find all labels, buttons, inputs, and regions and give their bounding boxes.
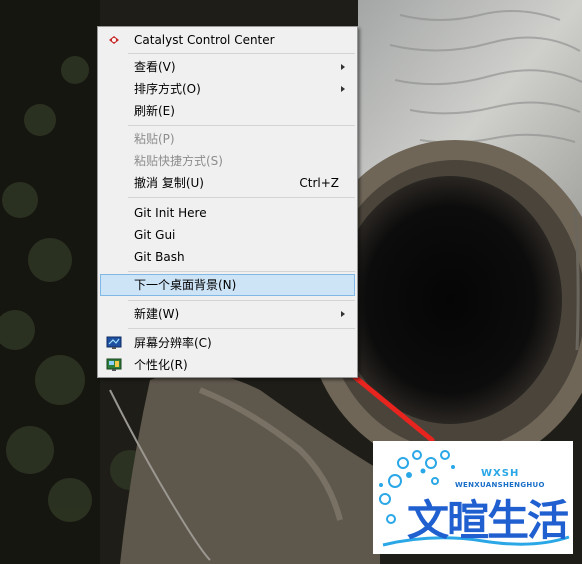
menu-item-label: Git Gui [134,228,176,242]
menu-item-label: Git Init Here [134,206,207,220]
menu-item-label: 个性化(R) [134,358,188,372]
menu-item-refresh[interactable]: 刷新(E) [100,100,355,122]
menu-item-label: 撤消 复制(U) [134,176,204,190]
menu-separator [128,328,355,329]
menu-item-label: 刷新(E) [134,104,175,118]
menu-item-paste: 粘贴(P) [100,128,355,150]
menu-separator [128,300,355,301]
submenu-arrow-icon [341,311,345,317]
menu-item-git-init-here[interactable]: Git Init Here [100,202,355,224]
menu-item-label: 排序方式(O) [134,82,201,96]
personalize-icon [106,357,122,373]
menu-separator [128,53,355,54]
menu-item-undo-copy[interactable]: 撤消 复制(U) Ctrl+Z [100,172,355,194]
menu-item-view[interactable]: 查看(V) [100,56,355,78]
menu-item-label: 查看(V) [134,60,176,74]
menu-item-catalyst-control-center[interactable]: Catalyst Control Center [100,29,355,51]
watermark-title: 文暄生活 [407,496,569,545]
menu-item-label: 粘贴快捷方式(S) [134,154,223,168]
menu-item-git-gui[interactable]: Git Gui [100,224,355,246]
desktop-context-menu: Catalyst Control Center 查看(V) 排序方式(O) 刷新… [97,26,358,378]
menu-separator [128,271,355,272]
menu-item-new[interactable]: 新建(W) [100,303,355,325]
display-icon [106,335,122,351]
menu-item-personalize[interactable]: 个性化(R) [100,354,355,376]
catalyst-icon [106,32,122,48]
submenu-arrow-icon [341,64,345,70]
menu-item-screen-resolution[interactable]: 屏幕分辨率(C) [100,332,355,354]
submenu-arrow-icon [341,86,345,92]
menu-item-shortcut: Ctrl+Z [299,176,339,190]
menu-separator [128,125,355,126]
watermark-logo: WXSH WENXUANSHENGHUO 文暄生活 [373,441,573,554]
menu-item-label: 屏幕分辨率(C) [134,336,212,350]
menu-separator [128,197,355,198]
menu-item-label: Catalyst Control Center [134,33,275,47]
watermark-badge: WXSH [481,468,520,479]
menu-item-label: Git Bash [134,250,185,264]
menu-item-label: 新建(W) [134,307,180,321]
menu-item-paste-shortcut: 粘贴快捷方式(S) [100,150,355,172]
menu-item-git-bash[interactable]: Git Bash [100,246,355,268]
menu-item-label: 粘贴(P) [134,132,175,146]
menu-item-sort-by[interactable]: 排序方式(O) [100,78,355,100]
menu-item-next-desktop-background[interactable]: 下一个桌面背景(N) [100,274,355,296]
menu-item-label: 下一个桌面背景(N) [134,278,237,292]
